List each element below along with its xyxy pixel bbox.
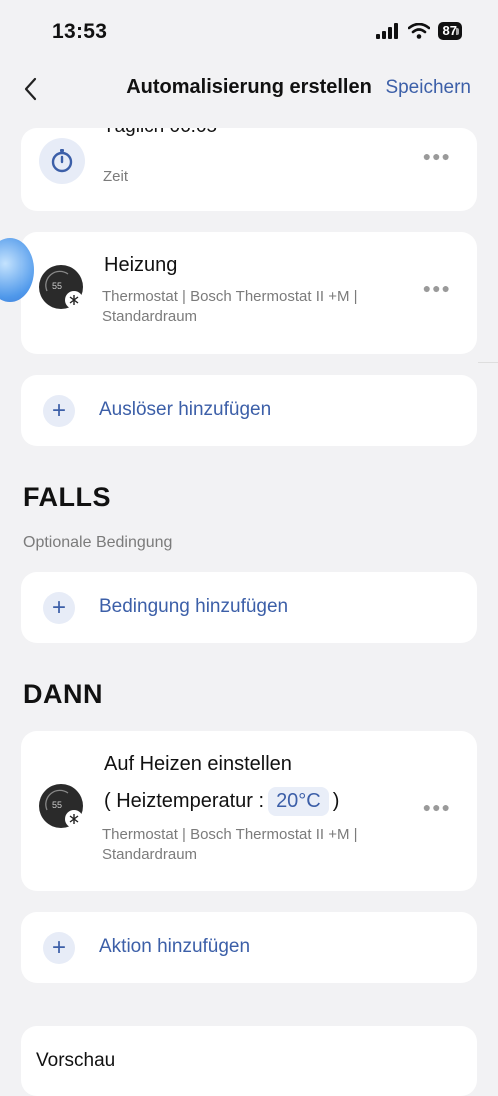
action-card[interactable]: 55 Auf Heizen einstellen ( Heiztemperatu…: [21, 731, 477, 891]
add-condition-button[interactable]: + Bedingung hinzufügen: [21, 572, 477, 643]
signal-icon: [375, 23, 398, 39]
action-subtitle-2: Standardraum: [102, 846, 198, 863]
wifi-icon: [407, 23, 430, 39]
add-action-button[interactable]: + Aktion hinzufügen: [21, 912, 477, 983]
thermostat-icon: 55: [38, 264, 84, 310]
status-time: 13:53: [52, 20, 108, 43]
falls-section-subtitle: Optionale Bedingung: [23, 534, 173, 551]
nav-bar: Automalisierung erstellen Speichern: [0, 66, 498, 112]
clock-icon: [51, 149, 73, 173]
thermostat-display: 55: [52, 281, 63, 291]
more-options-icon[interactable]: ●●●: [423, 148, 451, 164]
trigger-heating-title: Heizung: [104, 254, 178, 276]
add-action-label: Aktion hinzufügen: [99, 936, 251, 957]
preview-card[interactable]: Vorschau: [21, 1026, 477, 1096]
dann-section-title: DANN: [23, 679, 103, 709]
plus-icon: +: [43, 932, 75, 964]
plus-icon: +: [43, 395, 75, 427]
trigger-time-subtitle: Zeit: [103, 168, 129, 185]
more-options-icon[interactable]: ●●●: [423, 799, 451, 815]
action-param-suffix: ): [332, 790, 340, 812]
trigger-time-title: Täglich 06:05: [103, 128, 217, 138]
divider: [478, 362, 498, 363]
plus-icon: +: [43, 592, 75, 624]
add-trigger-button[interactable]: + Auslöser hinzufügen: [21, 375, 477, 446]
falls-section-title: FALLS: [23, 482, 111, 512]
add-trigger-label: Auslöser hinzufügen: [99, 399, 272, 420]
thermostat-icon: 55: [38, 783, 84, 829]
temperature-value-chip[interactable]: 20°C: [268, 787, 329, 816]
action-param-label: ( Heiztemperatur :: [104, 790, 265, 812]
thermostat-display: 55: [52, 800, 63, 810]
save-button[interactable]: Speichern: [385, 77, 471, 99]
preview-label: Vorschau: [36, 1050, 116, 1071]
more-options-icon[interactable]: ●●●: [423, 280, 451, 296]
trigger-time-card[interactable]: Täglich 06:05 Zeit ●●●: [21, 128, 477, 211]
action-parameter: ( Heiztemperatur : 20°C ): [104, 787, 339, 816]
trigger-heating-subtitle-2: Standardraum: [102, 308, 198, 325]
trigger-heating-card[interactable]: 55 Heizung Thermostat | Bosch Thermostat…: [21, 232, 477, 354]
status-bar: 13:53 87: [0, 0, 498, 66]
trigger-heating-subtitle-1: Thermostat | Bosch Thermostat II +M |: [102, 288, 358, 305]
add-condition-label: Bedingung hinzufügen: [99, 596, 289, 617]
status-icons: 87: [375, 22, 462, 40]
battery-icon: 87: [437, 22, 462, 40]
action-subtitle-1: Thermostat | Bosch Thermostat II +M |: [102, 826, 358, 843]
clock-icon-badge: [39, 138, 85, 184]
action-title: Auf Heizen einstellen: [104, 753, 292, 775]
